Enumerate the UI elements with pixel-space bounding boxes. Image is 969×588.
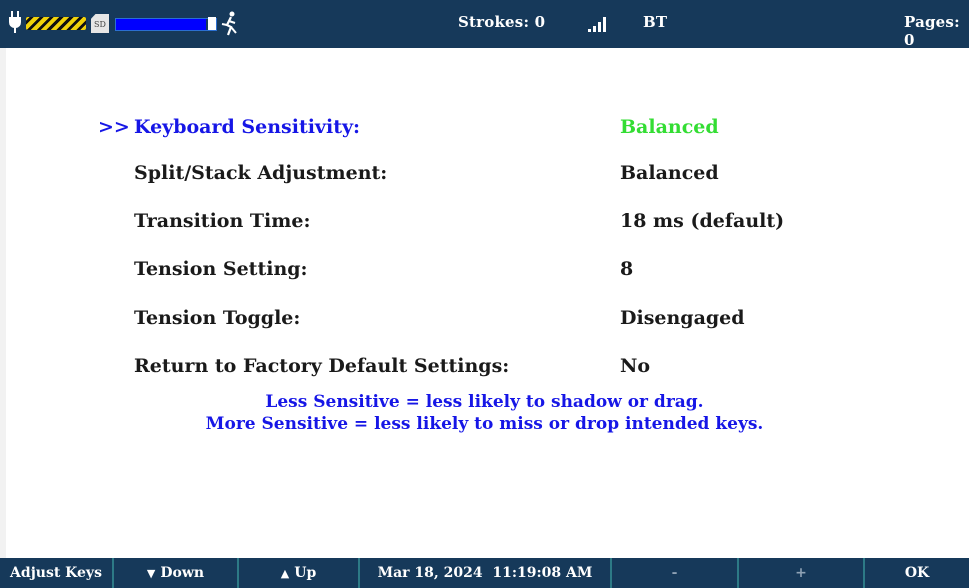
- setting-row-tension-toggle[interactable]: Tension Toggle: Disengaged: [0, 307, 969, 337]
- ok-button[interactable]: OK: [863, 558, 969, 588]
- triangle-down-icon: ▼: [146, 566, 156, 580]
- setting-label: Transition Time:: [134, 210, 311, 232]
- adjust-keys-label: Adjust Keys: [10, 565, 102, 581]
- signal-bars-icon: [588, 17, 610, 32]
- setting-label: Split/Stack Adjustment:: [134, 162, 388, 184]
- setting-label: Tension Toggle:: [134, 307, 301, 329]
- battery-meter: [115, 18, 217, 31]
- setting-label: Keyboard Sensitivity:: [134, 116, 361, 138]
- triangle-up-icon: ▲: [280, 566, 290, 580]
- hazard-stripes-icon: [26, 17, 86, 30]
- selection-marker: >>: [98, 116, 130, 138]
- plus-button[interactable]: +: [737, 558, 863, 588]
- setting-row-keyboard-sensitivity[interactable]: >> Keyboard Sensitivity: Balanced: [0, 116, 969, 146]
- sd-card-icon: SD: [91, 14, 109, 33]
- setting-row-split-stack[interactable]: Split/Stack Adjustment: Balanced: [0, 162, 969, 192]
- power-plug-icon: [9, 11, 21, 33]
- setting-row-factory-reset[interactable]: Return to Factory Default Settings: No: [0, 355, 969, 385]
- setting-row-tension-setting[interactable]: Tension Setting: 8: [0, 258, 969, 288]
- setting-value: Disengaged: [620, 307, 745, 329]
- pages-counter: Pages: 0: [904, 13, 960, 49]
- bluetooth-status: BT: [643, 13, 668, 31]
- setting-value: No: [620, 355, 651, 377]
- setting-label: Tension Setting:: [134, 258, 308, 280]
- setting-row-transition-time[interactable]: Transition Time: 18 ms (default): [0, 210, 969, 240]
- down-label: Down: [160, 565, 205, 581]
- running-figure-icon: [221, 11, 237, 36]
- setting-value: 18 ms (default): [620, 210, 785, 232]
- down-button[interactable]: ▼ Down: [112, 558, 237, 588]
- strokes-counter: Strokes: 0: [458, 13, 546, 31]
- setting-value: 8: [620, 258, 634, 280]
- setting-label: Return to Factory Default Settings:: [134, 355, 510, 377]
- setting-value: Balanced: [620, 162, 719, 184]
- minus-button[interactable]: -: [610, 558, 737, 588]
- up-label: Up: [294, 565, 317, 581]
- hint-text-line-2: More Sensitive = less likely to miss or …: [205, 414, 764, 434]
- setting-value: Balanced: [620, 116, 719, 138]
- datetime-display: Mar 18, 2024 11:19:08 AM: [358, 558, 610, 588]
- battery-cap: [208, 17, 216, 30]
- adjust-keys-button[interactable]: Adjust Keys: [0, 558, 112, 588]
- bottom-bar: Adjust Keys ▼ Down ▲ Up Mar 18, 2024 11:…: [0, 558, 969, 588]
- hint-text-line-1: Less Sensitive = less likely to shadow o…: [265, 392, 704, 412]
- status-bar: SD Strokes: 0 BT Pages: 0: [0, 0, 969, 49]
- up-button[interactable]: ▲ Up: [237, 558, 358, 588]
